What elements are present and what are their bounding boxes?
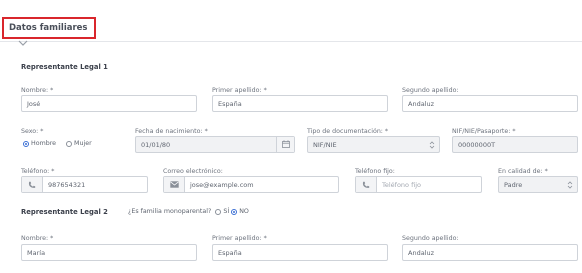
rep1-apellido1-value: España bbox=[218, 100, 242, 108]
rep1-heading: Representante Legal 1 bbox=[21, 63, 108, 71]
select-arrows-icon bbox=[567, 181, 573, 189]
section-tab-datos-familiares[interactable]: Datos familiares bbox=[2, 17, 96, 39]
sexo-hombre-radio[interactable] bbox=[23, 140, 29, 147]
rep1-calidad-value: Padre bbox=[504, 181, 523, 189]
rep2-nombre-input[interactable]: María bbox=[21, 244, 197, 261]
sexo-mujer-radio[interactable] bbox=[66, 140, 73, 147]
rep1-calidad-select[interactable]: Padre bbox=[498, 176, 578, 193]
rep1-calidad-label: En calidad de: * bbox=[498, 168, 548, 175]
calendar-icon[interactable] bbox=[276, 137, 294, 152]
tab-divider bbox=[0, 41, 582, 42]
monoparental-si-label[interactable]: SÍ bbox=[223, 208, 229, 215]
section-title: Datos familiares bbox=[9, 23, 88, 33]
sexo-hombre-label[interactable]: Hombre bbox=[31, 140, 56, 147]
rep1-tel-fijo-placeholder: Teléfono fijo bbox=[382, 181, 421, 189]
rep2-heading: Representante Legal 2 bbox=[21, 208, 108, 216]
rep1-correo-label: Correo electrónico: bbox=[163, 168, 223, 175]
rep1-nif-label: NIF/NIE/Pasaporte: * bbox=[452, 128, 516, 135]
rep1-nombre-label: Nombre: * bbox=[21, 87, 54, 94]
monoparental-question: ¿Es familia monoparental? bbox=[128, 208, 212, 215]
rep2-monoparental-group: ¿Es familia monoparental? SÍ NO bbox=[128, 208, 249, 215]
rep1-telefono-value: 987654321 bbox=[48, 181, 86, 189]
rep2-apellido2-label: Segundo apellido: bbox=[402, 235, 459, 242]
rep1-correo-value: jose@example.com bbox=[190, 181, 254, 189]
rep1-fecha-value: 01/01/80 bbox=[141, 141, 171, 149]
rep1-apellido2-label: Segundo apellido: bbox=[402, 87, 459, 94]
rep1-fecha-label: Fecha de nacimiento: * bbox=[135, 128, 208, 135]
rep1-tipo-doc-label: Tipo de documentación: * bbox=[307, 128, 389, 135]
rep1-sexo-label: Sexo: * bbox=[21, 128, 44, 135]
monoparental-no-radio[interactable] bbox=[231, 208, 238, 215]
envelope-icon bbox=[164, 177, 185, 192]
rep2-nombre-label: Nombre: * bbox=[21, 235, 54, 242]
rep1-tel-fijo-input[interactable]: Teléfono fijo bbox=[355, 176, 482, 193]
rep1-telefono-input[interactable]: 987654321 bbox=[21, 176, 148, 193]
rep2-apellido2-input[interactable]: Andaluz bbox=[402, 244, 578, 261]
phone-icon bbox=[356, 177, 377, 192]
rep1-nombre-value: José bbox=[27, 100, 41, 108]
rep1-correo-input[interactable]: jose@example.com bbox=[163, 176, 339, 193]
monoparental-si-radio[interactable] bbox=[215, 208, 222, 215]
phone-icon bbox=[22, 177, 43, 192]
rep1-fecha-input[interactable]: 01/01/80 bbox=[135, 136, 295, 153]
rep2-apellido1-value: España bbox=[218, 249, 242, 257]
rep1-tipo-doc-value: NIF/NIE bbox=[313, 141, 337, 149]
rep2-apellido2-value: Andaluz bbox=[408, 249, 435, 257]
chevron-down-icon[interactable] bbox=[18, 40, 28, 46]
rep1-tel-fijo-label: Teléfono fijo: bbox=[355, 168, 395, 175]
rep1-apellido1-input[interactable]: España bbox=[212, 95, 388, 112]
rep1-apellido2-input[interactable]: Andaluz bbox=[402, 95, 578, 112]
monoparental-no-label[interactable]: NO bbox=[239, 208, 249, 215]
rep1-sexo-radio-group: Hombre Mujer bbox=[23, 140, 92, 147]
rep2-apellido1-label: Primer apellido: * bbox=[212, 235, 267, 242]
rep2-apellido1-input[interactable]: España bbox=[212, 244, 388, 261]
rep1-tipo-doc-select[interactable]: NIF/NIE bbox=[307, 136, 440, 153]
rep1-apellido1-label: Primer apellido: * bbox=[212, 87, 267, 94]
rep1-nif-value: 00000000T bbox=[458, 141, 496, 149]
select-arrows-icon bbox=[429, 141, 435, 149]
rep1-telefono-label: Teléfono: * bbox=[21, 168, 55, 175]
rep1-apellido2-value: Andaluz bbox=[408, 100, 435, 108]
sexo-mujer-label[interactable]: Mujer bbox=[74, 140, 92, 147]
rep1-nif-input[interactable]: 00000000T bbox=[452, 136, 578, 153]
rep2-nombre-value: María bbox=[27, 249, 46, 257]
rep1-nombre-input[interactable]: José bbox=[21, 95, 197, 112]
